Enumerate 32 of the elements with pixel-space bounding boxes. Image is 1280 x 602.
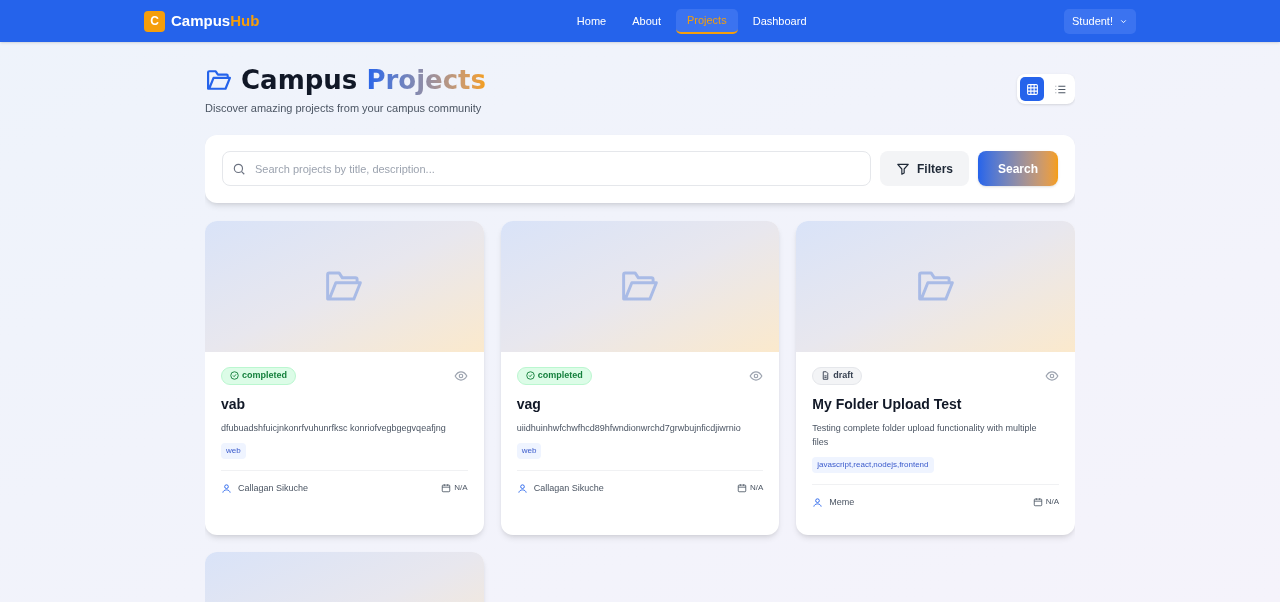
page-subtitle: Discover amazing projects from your campus community bbox=[205, 101, 483, 116]
author-name: Callagan Sikuche bbox=[238, 481, 309, 495]
nav-link[interactable]: About bbox=[621, 8, 672, 34]
card-title: vab bbox=[221, 394, 247, 414]
card-description: dfubuadshfuicjnkonrfvuhunrfksc konriofvegbgegvqeafjng bbox=[221, 421, 447, 435]
status-badge: completed bbox=[516, 366, 592, 385]
search-button[interactable]: Search bbox=[978, 151, 1058, 186]
status-badge: completed bbox=[221, 366, 296, 385]
card-description: uiidhuinhwfchwfhcd89hfwndionwrchd7grwbujnficdjiwrnio bbox=[516, 421, 742, 435]
nav-link[interactable]: Dashboard bbox=[741, 8, 818, 34]
card-title: vag bbox=[516, 394, 542, 414]
nav-link[interactable]: Home bbox=[565, 8, 618, 34]
tag: web bbox=[221, 442, 246, 459]
filters-button[interactable]: Filters bbox=[880, 151, 969, 186]
author-name: Meme bbox=[829, 495, 855, 509]
project-card[interactable]: completed vag uiidhuinhwfchwfhcd89hfwndionwrchd7grwbujnficdjiwrnio web Callagan Sikuche N/A bbox=[500, 220, 780, 535]
page-title: Campus Projects bbox=[241, 64, 486, 96]
project-date: N/A bbox=[454, 482, 468, 495]
card-title: My Folder Upload Test bbox=[812, 394, 963, 414]
tag: web bbox=[516, 442, 542, 459]
project-card[interactable]: draft My Folder Upload Test Testing complete folder upload functionality with multiple files javascript,react,nodejs,frontend Meme N/A bbox=[796, 220, 1075, 535]
project-card[interactable]: completed vab dfubuadshfuicjnkonrfvuhunrfksc konriofvegbgegvqeafjng web Callagan Sikuche N/A bbox=[205, 220, 484, 535]
project-date: N/A bbox=[750, 482, 764, 495]
project-date: N/A bbox=[1045, 496, 1059, 509]
brand-name[interactable]: CampusHub bbox=[171, 9, 260, 33]
author-name: Callagan Sikuche bbox=[533, 481, 604, 495]
tag: javascript,react,nodejs,frontend bbox=[812, 456, 934, 473]
status-badge: draft bbox=[812, 366, 863, 385]
logo-mark: C bbox=[144, 10, 165, 32]
search-field[interactable]: Search projects by title, description... bbox=[222, 151, 871, 186]
user-menu-button[interactable]: Student! bbox=[1064, 8, 1136, 34]
card-description: Testing complete folder upload functionality with multiple files bbox=[812, 421, 1038, 449]
